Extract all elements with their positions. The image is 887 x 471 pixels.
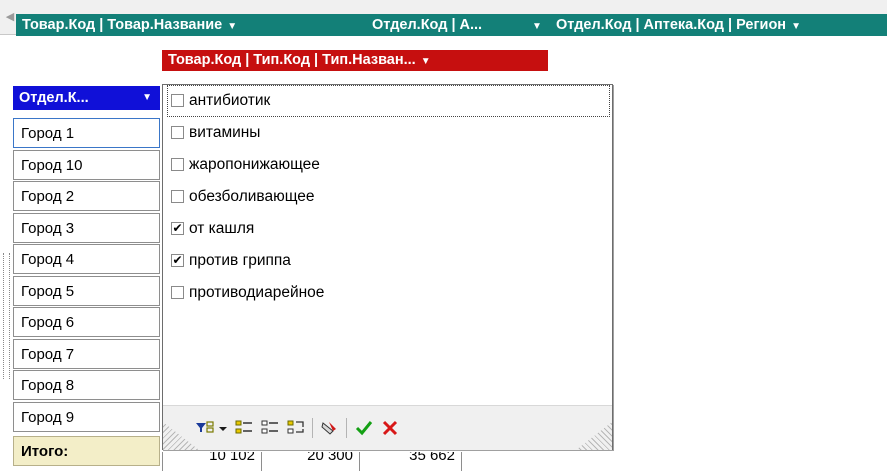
filter-item[interactable]: обезболивающее bbox=[167, 181, 610, 213]
row-cell[interactable]: Город 8 bbox=[13, 370, 160, 400]
filter-item[interactable]: жаропонижающее bbox=[167, 149, 610, 181]
chevron-down-icon[interactable]: ▼ bbox=[791, 21, 801, 32]
filter-list: антибиотик витамины жаропонижающее обезб… bbox=[167, 85, 610, 309]
field-chip-label: Отдел.Код | Аптека.Код | Регион bbox=[556, 17, 787, 33]
checkbox[interactable]: ✔ bbox=[171, 254, 184, 267]
filter-item-label: от кашля bbox=[189, 220, 255, 237]
filter-fields-bar: Товар.Код | Товар.Название ▼ Отдел.Код | … bbox=[16, 14, 887, 36]
chevron-down-icon[interactable]: ▼ bbox=[532, 16, 542, 36]
filter-toolbar bbox=[163, 405, 612, 450]
row-field-header[interactable]: Отдел.К... ▼ bbox=[13, 86, 160, 110]
chevron-down-icon[interactable]: ▼ bbox=[142, 86, 152, 110]
chevron-down-icon[interactable]: ▼ bbox=[421, 56, 431, 67]
field-area-bar: ◀ Товар.Код | Товар.Название ▼ Отдел.Код … bbox=[0, 0, 887, 36]
select-all-icon[interactable] bbox=[233, 419, 255, 437]
row-list: Город 1 Город 10 Город 2 Город 3 Город 4… bbox=[13, 118, 160, 433]
filter-item[interactable]: витамины bbox=[167, 117, 610, 149]
field-chip-region[interactable]: Отдел.Код | Аптека.Код | Регион ▼ bbox=[556, 16, 801, 36]
toolbar-separator bbox=[312, 418, 313, 438]
toolbar-separator bbox=[346, 418, 347, 438]
field-chip-product[interactable]: Товар.Код | Товар.Название ▼ bbox=[22, 16, 237, 36]
row-field-label: Отдел.К... bbox=[19, 90, 89, 106]
filter-item-label: против гриппа bbox=[189, 252, 291, 269]
invert-selection-icon[interactable] bbox=[285, 419, 307, 437]
total-label: Итого: bbox=[13, 436, 160, 466]
filter-item-label: антибиотик bbox=[189, 92, 271, 109]
totals-row: 10 102 20 300 35 662 bbox=[162, 452, 462, 471]
cancel-icon[interactable] bbox=[379, 419, 401, 437]
total-value: 35 662 bbox=[359, 452, 462, 471]
column-field-label: Товар.Код | Тип.Код | Тип.Назван... bbox=[168, 52, 416, 68]
checkbox[interactable] bbox=[171, 190, 184, 203]
ok-icon[interactable] bbox=[353, 419, 375, 437]
row-cell[interactable]: Город 10 bbox=[13, 149, 160, 180]
checkbox[interactable] bbox=[171, 126, 184, 139]
row-cell[interactable]: Город 7 bbox=[13, 338, 160, 369]
total-value: 20 300 bbox=[261, 452, 360, 471]
field-chip-dept[interactable]: Отдел.Код | А... bbox=[372, 16, 482, 34]
field-chip-label: Товар.Код | Товар.Название bbox=[22, 17, 223, 33]
filter-options-icon[interactable] bbox=[195, 419, 229, 437]
checkbox[interactable] bbox=[171, 158, 184, 171]
row-cell[interactable]: Город 4 bbox=[13, 244, 160, 274]
filter-item-label: обезболивающее bbox=[189, 188, 315, 205]
column-field-header[interactable]: Товар.Код | Тип.Код | Тип.Назван... ▼ bbox=[162, 50, 548, 71]
resize-grip-icon[interactable] bbox=[576, 422, 612, 450]
resize-grip-icon[interactable] bbox=[163, 422, 199, 450]
filter-item-label: противодиарейное bbox=[189, 284, 325, 301]
checkbox[interactable] bbox=[171, 94, 184, 107]
row-cell[interactable]: Город 6 bbox=[13, 307, 160, 337]
field-chip-label: Отдел.Код | А... bbox=[372, 17, 483, 33]
filter-popup: антибиотик витамины жаропонижающее обезб… bbox=[162, 84, 613, 450]
filter-item[interactable]: противодиарейное bbox=[167, 277, 610, 309]
clear-filter-icon[interactable] bbox=[319, 419, 341, 437]
chevron-down-icon[interactable]: ▼ bbox=[227, 21, 237, 32]
row-cell[interactable]: Город 3 bbox=[13, 212, 160, 243]
row-cell[interactable]: Город 2 bbox=[13, 181, 160, 211]
filter-item[interactable]: ✔ от кашля bbox=[167, 213, 610, 245]
filter-item-label: жаропонижающее bbox=[189, 156, 320, 173]
filter-item[interactable]: антибиотик bbox=[167, 85, 610, 117]
row-cell[interactable]: Город 5 bbox=[13, 275, 160, 306]
row-cell[interactable]: Город 1 bbox=[13, 118, 160, 148]
checkbox[interactable]: ✔ bbox=[171, 222, 184, 235]
panel-splitter[interactable] bbox=[3, 253, 10, 379]
scroll-left-icon[interactable]: ◀ bbox=[3, 9, 17, 25]
row-cell[interactable]: Город 9 bbox=[13, 401, 160, 432]
filter-item-label: витамины bbox=[189, 124, 261, 141]
checkbox[interactable] bbox=[171, 286, 184, 299]
total-value: 10 102 bbox=[162, 452, 262, 471]
filter-item[interactable]: ✔ против гриппа bbox=[167, 245, 610, 277]
deselect-all-icon[interactable] bbox=[259, 419, 281, 437]
